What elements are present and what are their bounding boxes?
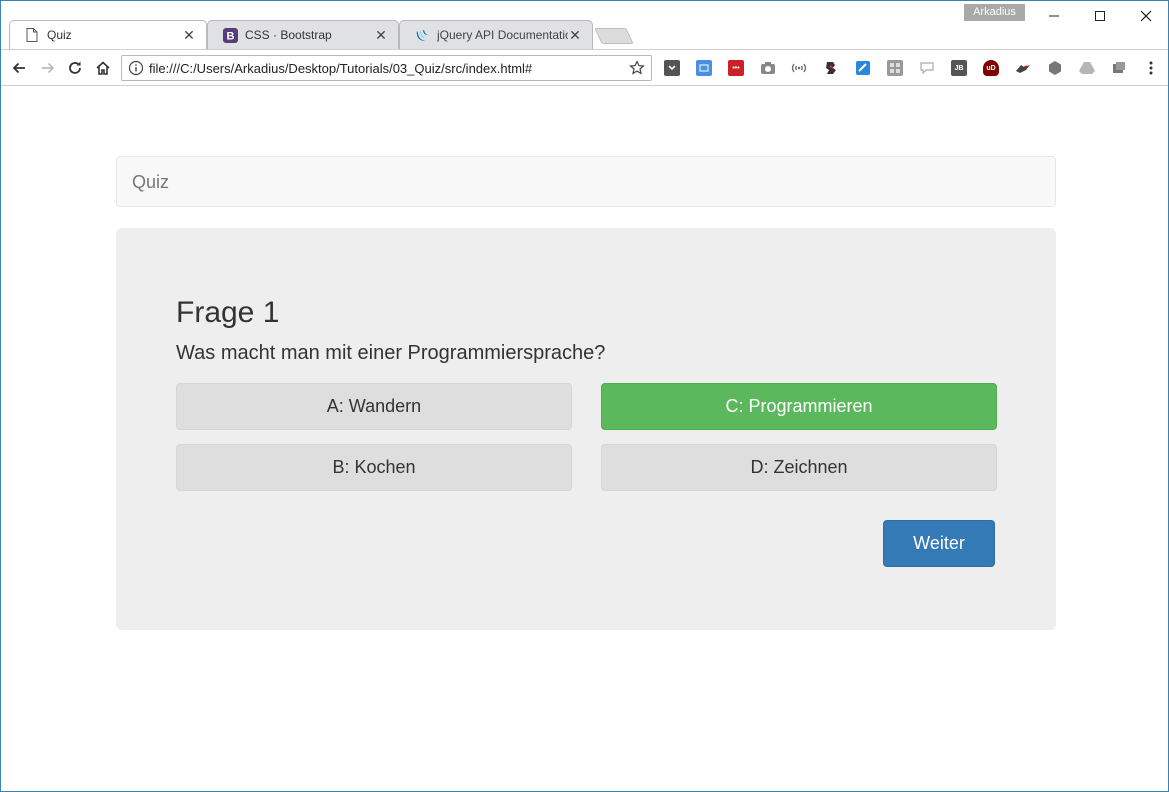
address-bar[interactable] [121, 55, 652, 81]
close-icon[interactable]: ✕ [374, 28, 388, 42]
navbar-brand[interactable]: Quiz [132, 172, 169, 193]
browser-toolbar: ••• JB uD [1, 49, 1168, 86]
answer-c-button[interactable]: C: Programmieren [601, 383, 997, 430]
back-icon[interactable] [9, 58, 29, 78]
bootstrap-letter: B [226, 30, 234, 42]
jb-icon[interactable]: JB [951, 60, 967, 76]
info-icon[interactable] [128, 60, 144, 76]
answer-d-button[interactable]: D: Zeichnen [601, 444, 997, 491]
bootstrap-icon: B [222, 27, 238, 43]
question-title: Frage 1 [176, 296, 280, 329]
speech-bubble-icon[interactable] [919, 60, 935, 76]
tab-jquery-api[interactable]: jQuery API Documentatio ✕ [399, 20, 593, 49]
hand-icon[interactable] [1015, 60, 1031, 76]
star-icon[interactable] [628, 59, 646, 77]
answer-b-button[interactable]: B: Kochen [176, 444, 572, 491]
new-tab-button[interactable] [594, 28, 634, 44]
tab-strip: Quiz ✕ B CSS · Bootstrap ✕ jQuery API Do… [1, 1, 1168, 49]
wave-icon[interactable] [791, 60, 807, 76]
close-window-icon[interactable] [1123, 5, 1168, 27]
forward-icon[interactable] [38, 58, 58, 78]
grid-icon[interactable] [887, 60, 903, 76]
page-icon [24, 27, 40, 43]
tab-title: CSS · Bootstrap [245, 28, 332, 42]
reload-icon[interactable] [65, 58, 85, 78]
close-icon[interactable]: ✕ [568, 28, 582, 42]
ublock-icon[interactable]: uD [983, 60, 999, 76]
home-icon[interactable] [93, 58, 113, 78]
minimize-icon[interactable] [1031, 5, 1077, 27]
tab-title: jQuery API Documentatio [437, 28, 568, 42]
extension-icon[interactable] [1111, 60, 1127, 76]
lastpass-icon[interactable]: ••• [728, 60, 744, 76]
puzzle-icon[interactable] [823, 60, 839, 76]
pocket-icon[interactable] [664, 60, 680, 76]
next-button[interactable]: Weiter [883, 520, 995, 567]
tab-quiz[interactable]: Quiz ✕ [9, 20, 207, 49]
url-input[interactable] [149, 60, 628, 76]
jquery-icon [414, 27, 430, 43]
question-text: Was macht man mit einer Programmiersprac… [176, 342, 606, 364]
screenshot-icon[interactable] [696, 60, 712, 76]
close-icon[interactable]: ✕ [182, 28, 196, 42]
camera-icon[interactable] [760, 60, 776, 76]
question-panel: Frage 1 Was macht man mit einer Programm… [116, 228, 1056, 630]
browser-window: Quiz ✕ B CSS · Bootstrap ✕ jQuery API Do… [0, 0, 1169, 792]
profile-badge[interactable]: Arkadius [964, 4, 1025, 21]
cube-icon[interactable] [1047, 60, 1063, 76]
dictionary-icon[interactable] [855, 60, 871, 76]
tab-title: Quiz [47, 28, 72, 42]
maximize-icon[interactable] [1077, 5, 1123, 27]
answer-a-button[interactable]: A: Wandern [176, 383, 572, 430]
menu-icon[interactable] [1141, 58, 1161, 78]
page-viewport: Quiz Frage 1 Was macht man mit einer Pro… [1, 86, 1168, 791]
drive-icon[interactable] [1079, 60, 1095, 76]
navbar: Quiz [116, 156, 1056, 207]
tab-css-bootstrap[interactable]: B CSS · Bootstrap ✕ [207, 20, 399, 49]
